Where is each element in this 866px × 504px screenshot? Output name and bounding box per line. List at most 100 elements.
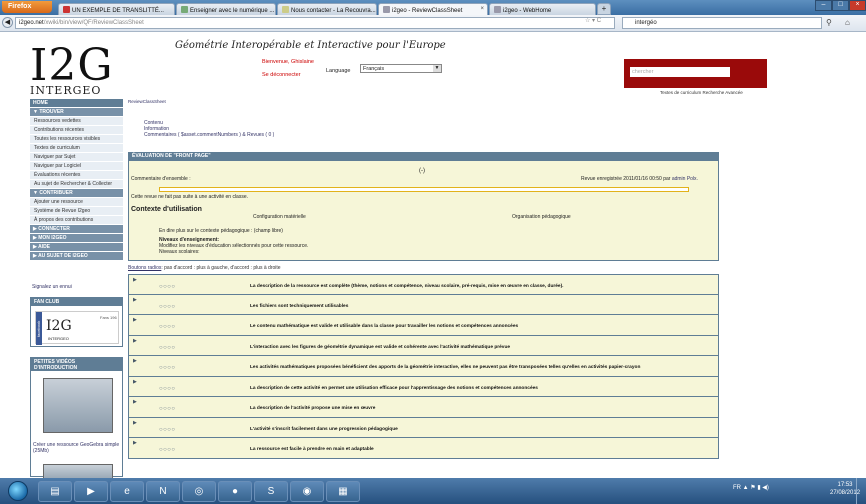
tab-enseigner[interactable]: Enseigner avec le numérique ... — [176, 3, 276, 15]
app-taskbar-icon[interactable]: ▦ — [326, 481, 360, 502]
app-taskbar-icon[interactable]: N — [146, 481, 180, 502]
criterion-row[interactable]: ▶ ○○○○ Le contenu mathématique est valide … — [128, 315, 719, 336]
language-indicator[interactable]: FR — [733, 485, 741, 491]
sidebar-item[interactable]: Contributions récentes — [30, 126, 123, 135]
rating-radios[interactable]: ○○○○ — [159, 345, 176, 351]
criterion-text: L'activité s'inscrit facilement dans une… — [250, 426, 398, 432]
rating-radios[interactable]: ○○○○ — [159, 406, 176, 412]
table-of-contents: Contenu Information Commentaires ( $asse… — [144, 120, 274, 138]
url-bar[interactable]: i2geo.net/xwiki/bin/view/QF/ReviewClassS… — [15, 17, 615, 29]
sidebar-item[interactable]: Naviguer par Sujet — [30, 153, 123, 162]
maximize-button[interactable]: □ — [832, 0, 849, 11]
search-icon[interactable]: ⚲ — [826, 18, 832, 27]
criterion-row[interactable]: ▶ ○○○○ La ressource est facile à prendre e… — [128, 438, 719, 459]
explorer-taskbar-icon[interactable]: ▤ — [38, 481, 72, 502]
rating-radios[interactable]: ○○○○ — [159, 304, 176, 310]
expand-triangle-icon[interactable]: ▶ — [133, 358, 137, 364]
minimize-button[interactable]: – — [815, 0, 832, 11]
chevron-down-icon: ▼ — [433, 65, 441, 72]
expand-triangle-icon[interactable]: ▶ — [133, 440, 137, 446]
site-search-input[interactable]: chercher — [630, 67, 730, 77]
expand-triangle-icon[interactable]: ▶ — [133, 338, 137, 344]
logout-link[interactable]: Se déconnecter — [262, 72, 301, 78]
criterion-row[interactable]: ▶ ○○○○ Les activités mathématiques proposé… — [128, 356, 719, 377]
radio-hint-link[interactable]: Boutons radios — [128, 265, 161, 271]
reviewer-link[interactable]: admin Polx. — [672, 176, 698, 182]
rating-radios[interactable]: ○○○○ — [159, 365, 176, 371]
criterion-row[interactable]: ▶ ○○○○ Les fichiers sont techniquement uti… — [128, 294, 719, 315]
skype-taskbar-icon[interactable]: S — [254, 481, 288, 502]
sidebar-section-au-sujet[interactable]: ▶ AU SUJET DE I2GEO — [30, 252, 123, 261]
close-window-button[interactable]: × — [849, 0, 866, 11]
expand-triangle-icon[interactable]: ▶ — [133, 317, 137, 323]
tab-close-icon[interactable]: × — [480, 6, 484, 12]
system-tray[interactable]: FR ▲ ⚑ ▮ ◀) — [733, 484, 769, 491]
sidebar-home[interactable]: HOME — [30, 99, 123, 108]
firefox-menu-button[interactable]: Firefox — [2, 1, 52, 13]
criterion-row[interactable]: ▶ ○○○○ L'interaction avec les figures de g… — [128, 335, 719, 356]
expand-triangle-icon[interactable]: ▶ — [133, 420, 137, 426]
sidebar-item[interactable]: À propos des contributions — [30, 216, 123, 225]
sidebar-item[interactable]: Évaluations récentes — [30, 171, 123, 180]
sidebar-section-contribuer[interactable]: ▼ CONTRIBUER — [30, 189, 123, 198]
browser-search-input[interactable]: intergéo — [622, 17, 822, 29]
expand-triangle-icon[interactable]: ▶ — [133, 277, 137, 283]
signal-issue-link[interactable]: Signalez un ennui — [32, 284, 72, 290]
rating-radios[interactable]: ○○○○ — [159, 427, 176, 433]
rating-radios[interactable]: ○○○○ — [159, 284, 176, 290]
back-arrow-icon[interactable]: ◀ — [2, 17, 13, 28]
tab-webhome[interactable]: i2geo - WebHome — [489, 3, 596, 15]
media-taskbar-icon[interactable]: ▶ — [74, 481, 108, 502]
criterion-text: La description de cette activité en perm… — [250, 385, 538, 391]
sidebar-item[interactable]: Système de Revue I2geo — [30, 207, 123, 216]
start-button[interactable] — [8, 481, 28, 501]
bookmark-star-icon[interactable]: ☆ ▾ C — [585, 17, 601, 24]
rating-radios[interactable]: ○○○○ — [159, 386, 176, 392]
tab-reviewclasssheet[interactable]: i2geo - ReviewClassSheet × — [378, 3, 488, 15]
config-label: Configuration matérielle — [253, 214, 306, 220]
expand-triangle-icon[interactable]: ▶ — [133, 399, 137, 405]
criterion-row[interactable]: ▶ ○○○○ La description de cette activité en… — [128, 376, 719, 397]
video-thumbnail[interactable] — [43, 378, 113, 433]
sidebar-item[interactable]: Toutes les ressources visibles — [30, 135, 123, 144]
video-caption-link[interactable]: Créer une ressource GeoGebra simple (25M… — [33, 442, 121, 454]
sidebar-item[interactable]: Au sujet de Rechercher & Collecter — [30, 180, 123, 189]
sidebar-section-mon-i2geo[interactable]: ▶ MON I2GEO — [30, 234, 123, 243]
criterion-row[interactable]: ▶ ○○○○ L'activité s'inscrit facilement dan… — [128, 417, 719, 438]
sidebar-item[interactable]: Ajouter une ressource — [30, 198, 123, 207]
facebook-icon: facebook — [36, 312, 42, 345]
more-context-label: En dire plus sur le contexte pédagogique… — [159, 228, 283, 234]
ie-taskbar-icon[interactable]: e — [110, 481, 144, 502]
evaluation-header: ÉVALUATION DE "FRONT PAGE" — [128, 152, 719, 160]
tab-translitte[interactable]: UN EXEMPLE DE TRANSLITTÉ... — [58, 3, 175, 15]
sidebar-item[interactable]: Ressources vedettes — [30, 117, 123, 126]
breadcrumb[interactable]: ReviewClassSheet — [128, 99, 166, 104]
rating-radios[interactable]: ○○○○ — [159, 324, 176, 330]
language-select[interactable]: Français ▼ — [360, 64, 442, 73]
new-tab-button[interactable]: + — [597, 3, 611, 15]
criterion-text: La ressource est facile à prendre en mai… — [250, 447, 374, 452]
facebook-fan-card[interactable]: facebook I2G INTERGEO Fans 196 — [35, 311, 119, 345]
criterion-row[interactable]: ▶ ○○○○ La description de la ressource est … — [128, 274, 719, 295]
sidebar-item[interactable]: Textes de curriculum — [30, 144, 123, 153]
video-thumbnail[interactable] — [43, 464, 113, 478]
app-taskbar-icon[interactable]: ◉ — [290, 481, 324, 502]
firefox-taskbar-icon[interactable]: ● — [218, 481, 252, 502]
sidebar-section-trouver[interactable]: ▼ TROUVER — [30, 108, 123, 117]
toc-link[interactable]: Commentaires ( $asset.commentNumbers ) &… — [144, 132, 274, 138]
fan-fans-label: Fans — [100, 315, 109, 320]
home-icon[interactable]: ⌂ — [845, 18, 850, 27]
tab-nous-contacter[interactable]: Nous contacter - La Recouvra... — [277, 3, 377, 15]
sidebar-section-connecter[interactable]: ▶ CONNECTER — [30, 225, 123, 234]
section-label: AIDE — [38, 244, 51, 250]
criterion-text: L'interaction avec les figures de géomét… — [250, 344, 511, 350]
app-taskbar-icon[interactable]: ◎ — [182, 481, 216, 502]
criterion-row[interactable]: ▶ ○○○○ La description de l'activité propos… — [128, 397, 719, 418]
header-links[interactable]: Textes de curriculum Recherche Avancée — [660, 90, 743, 95]
sidebar-item[interactable]: Naviguer par Logiciel — [30, 162, 123, 171]
rating-radios[interactable]: ○○○○ — [159, 447, 176, 453]
expand-triangle-icon[interactable]: ▶ — [133, 297, 137, 303]
sidebar-section-aide[interactable]: ▶ AIDE — [30, 243, 123, 252]
expand-triangle-icon[interactable]: ▶ — [133, 379, 137, 385]
show-desktop-button[interactable] — [856, 478, 866, 504]
